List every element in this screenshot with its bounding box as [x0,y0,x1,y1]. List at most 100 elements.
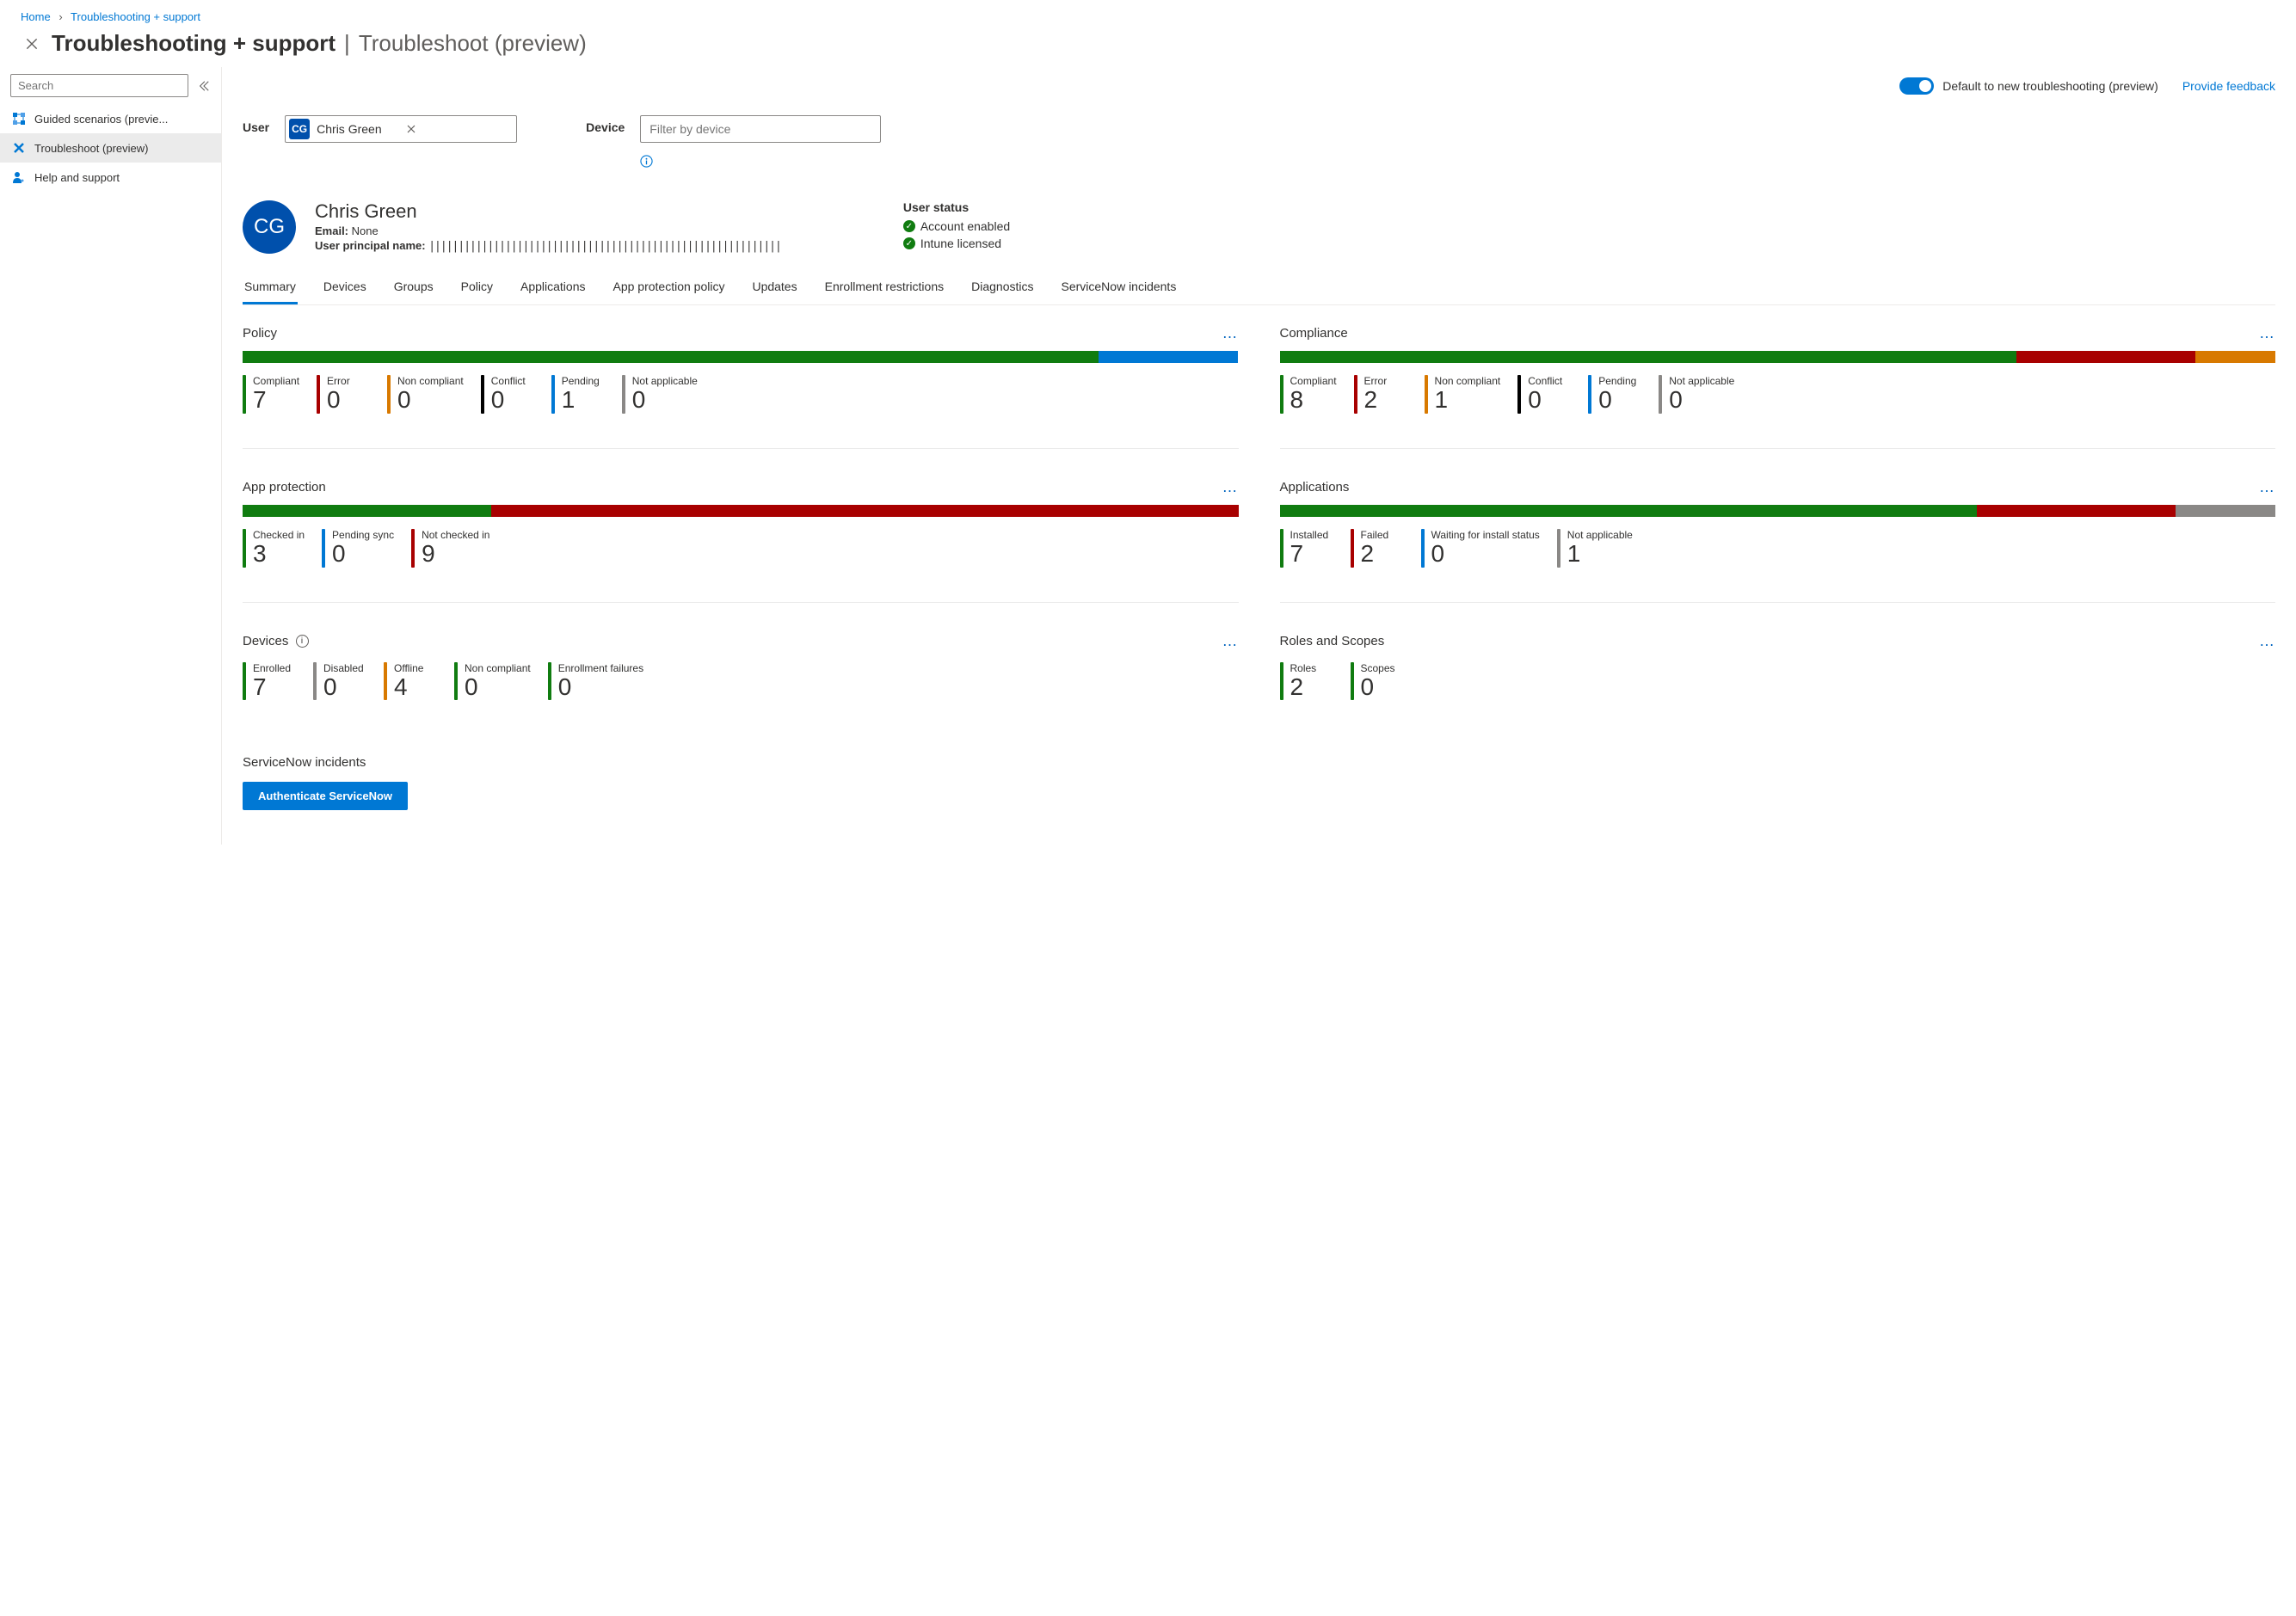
card-menu-icon[interactable]: … [2259,478,2275,496]
tab-app-protection-policy[interactable]: App protection policy [611,271,726,304]
tab-servicenow-incidents[interactable]: ServiceNow incidents [1059,271,1178,304]
close-blade-icon[interactable] [21,33,43,55]
sidebar-search-input[interactable] [10,74,188,97]
stat-item[interactable]: Enrolled7 [243,662,296,701]
card-title: Applications [1280,480,1350,495]
user-status-block: User status ✓ Account enabled ✓ Intune l… [903,200,1010,254]
cards-col-left: Policy … Compliant7Error0Non compliant0C… [243,324,1239,810]
stat-label: Compliant [253,375,299,387]
device-info-icon[interactable] [640,155,881,168]
stat-item[interactable]: Error2 [1354,375,1407,414]
tab-groups[interactable]: Groups [392,271,435,304]
stat-item[interactable]: Pending sync0 [322,529,394,568]
user-chip[interactable]: CG Chris Green [285,115,517,143]
tab-diagnostics[interactable]: Diagnostics [969,271,1035,304]
collapse-sidebar-icon[interactable] [194,76,214,96]
stat-item[interactable]: Not checked in9 [411,529,489,568]
stat-label: Roles [1290,662,1317,674]
bar-segment [2176,505,2275,517]
app-protection-bar [243,505,1239,517]
roles-stats: Roles2 Scopes0 [1280,662,2276,701]
card-title: Roles and Scopes [1280,634,1385,648]
user-chip-close-icon[interactable] [397,124,425,134]
app-protection-stats: Checked in3 Pending sync0 Not checked in9 [243,529,1239,568]
stat-color-bar [1351,662,1354,701]
card-menu-icon[interactable]: … [1222,324,1239,342]
stat-value: 0 [1361,674,1395,701]
stat-label: Error [327,375,350,387]
stat-item[interactable]: Roles2 [1280,662,1333,701]
card-menu-icon[interactable]: … [1222,632,1239,650]
stat-item[interactable]: Disabled0 [313,662,366,701]
stat-label: Pending [562,375,600,387]
card-menu-icon[interactable]: … [2259,632,2275,650]
stat-item[interactable]: Checked in3 [243,529,305,568]
authenticate-servicenow-button[interactable]: Authenticate ServiceNow [243,782,408,810]
stat-color-bar [1421,529,1425,568]
stat-item[interactable]: Not applicable0 [622,375,698,414]
info-icon[interactable]: i [296,635,309,648]
stat-item[interactable]: Conflict0 [481,375,534,414]
stat-color-bar [454,662,458,701]
stat-item[interactable]: Pending0 [1588,375,1641,414]
stat-item[interactable]: Non compliant1 [1425,375,1501,414]
device-filter-input[interactable] [640,115,881,143]
sidebar-item-help-support[interactable]: Help and support [0,163,221,192]
status-account-enabled: ✓ Account enabled [903,219,1010,233]
stat-item[interactable]: Error0 [317,375,370,414]
bar-segment [1280,351,2017,363]
applications-stats: Installed7 Failed2 Waiting for install sta… [1280,529,2276,568]
tab-enrollment-restrictions[interactable]: Enrollment restrictions [823,271,946,304]
tab-summary[interactable]: Summary [243,271,298,304]
breadcrumb-home[interactable]: Home [21,10,51,23]
tab-policy[interactable]: Policy [459,271,495,304]
tab-updates[interactable]: Updates [750,271,798,304]
stat-item[interactable]: Non compliant0 [454,662,531,701]
breadcrumb-current[interactable]: Troubleshooting + support [71,10,200,23]
stat-label: Scopes [1361,662,1395,674]
stat-label: Enrolled [253,662,291,674]
bar-segment [2195,351,2275,363]
stat-label: Non compliant [465,662,531,674]
page-title-main: Troubleshooting + support [52,30,335,57]
stat-color-bar [1280,375,1283,414]
page-title-sep: | [344,30,350,57]
stat-label: Disabled [323,662,364,674]
card-menu-icon[interactable]: … [2259,324,2275,342]
default-new-troubleshooting-toggle[interactable] [1899,77,1934,95]
card-menu-icon[interactable]: … [1222,478,1239,496]
provide-feedback-link[interactable]: Provide feedback [2182,79,2275,93]
stat-item[interactable]: Non compliant0 [387,375,464,414]
stat-value: 0 [1528,387,1562,414]
stat-item[interactable]: Scopes0 [1351,662,1404,701]
stat-item[interactable]: Failed2 [1351,529,1404,568]
stat-item[interactable]: Not applicable0 [1659,375,1734,414]
card-devices: Devices i … Enrolled7Disabled0Offline4No… [243,632,1239,701]
stat-color-bar [411,529,415,568]
stat-item[interactable]: Pending1 [551,375,605,414]
stat-item[interactable]: Enrollment failures0 [548,662,643,701]
stat-item[interactable]: Installed7 [1280,529,1333,568]
stat-value: 8 [1290,387,1337,414]
troubleshoot-icon [12,141,26,155]
sidebar-item-guided-scenarios[interactable]: Guided scenarios (previe... [0,104,221,133]
sidebar-item-troubleshoot[interactable]: Troubleshoot (preview) [0,133,221,163]
divider [243,448,1239,449]
stat-label: Offline [394,662,423,674]
stat-item[interactable]: Not applicable1 [1557,529,1633,568]
tab-applications[interactable]: Applications [519,271,588,304]
user-filter-block: User CG Chris Green [243,115,517,143]
stat-color-bar [1659,375,1662,414]
user-upn-line: User principal name: |||||||||||||||||||… [315,237,781,253]
stat-value: 0 [397,387,464,414]
card-policy: Policy … Compliant7Error0Non compliant0C… [243,324,1239,414]
stat-item[interactable]: Compliant8 [1280,375,1337,414]
stat-color-bar [243,375,246,414]
stat-item[interactable]: Compliant7 [243,375,299,414]
stat-label: Pending sync [332,529,394,541]
stat-color-bar [481,375,484,414]
tab-devices[interactable]: Devices [322,271,368,304]
stat-item[interactable]: Offline4 [384,662,437,701]
stat-item[interactable]: Waiting for install status0 [1421,529,1540,568]
stat-item[interactable]: Conflict0 [1517,375,1571,414]
